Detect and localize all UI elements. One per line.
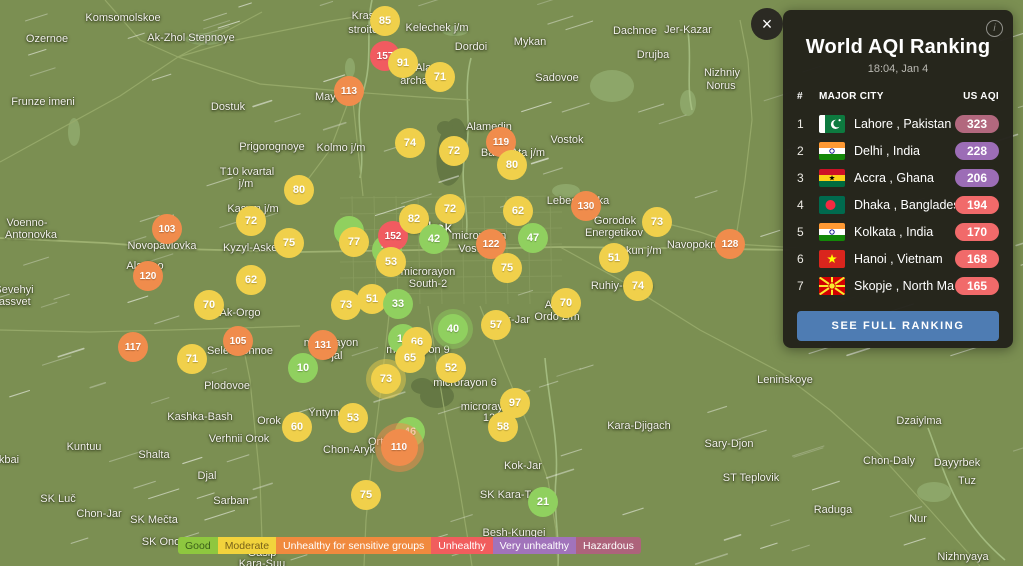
aqi-marker[interactable]: 52 — [436, 353, 466, 383]
aqi-marker[interactable]: 53 — [376, 247, 406, 277]
info-icon[interactable]: i — [986, 20, 1003, 37]
aqi-marker[interactable]: 72 — [236, 206, 266, 236]
aqi-marker[interactable]: 130 — [571, 191, 601, 221]
world-aqi-ranking-panel: i World AQI Ranking 18:04, Jan 4 # MAJOR… — [783, 10, 1013, 348]
ranking-rows: 1 Lahore , Pakistan323 2 Delhi , India228 3 A… — [797, 110, 999, 299]
aqi-marker[interactable]: 80 — [284, 175, 314, 205]
aqi-marker[interactable]: 75 — [351, 480, 381, 510]
aqi-marker[interactable]: 74 — [623, 271, 653, 301]
close-ranking-button[interactable]: × — [751, 8, 783, 40]
india-flag-icon — [819, 142, 845, 160]
legend-very-unhealthy: Very unhealthy — [493, 537, 576, 554]
legend-moderate: Moderate — [218, 537, 276, 554]
ranking-row[interactable]: 2 Delhi , India228 — [797, 137, 999, 164]
ranking-row[interactable]: 1 Lahore , Pakistan323 — [797, 110, 999, 137]
aqi-marker[interactable]: 51 — [599, 243, 629, 273]
aqi-marker[interactable]: 33 — [383, 289, 413, 319]
column-city: MAJOR CITY — [819, 91, 963, 102]
aqi-marker[interactable]: 120 — [133, 261, 163, 291]
aqi-marker[interactable]: 117 — [118, 332, 148, 362]
ranking-row[interactable]: 6 Hanoi , Vietnam168 — [797, 245, 999, 272]
aqi-value-badge: 323 — [955, 115, 999, 133]
aqi-marker[interactable]: 51 — [357, 284, 387, 314]
column-aqi: US AQI — [963, 91, 999, 102]
city-country-label: Hanoi , Vietnam — [854, 252, 955, 266]
bangladesh-flag-icon — [819, 196, 845, 214]
close-icon: × — [762, 14, 773, 34]
ranking-header-row: # MAJOR CITY US AQI — [797, 91, 999, 102]
aqi-marker[interactable]: 85 — [370, 6, 400, 36]
aqi-marker[interactable]: 60 — [282, 412, 312, 442]
city-country-label: Delhi , India — [854, 144, 955, 158]
aqi-marker[interactable]: 75 — [492, 253, 522, 283]
aqi-marker[interactable]: 62 — [236, 265, 266, 295]
aqi-marker[interactable]: 71 — [177, 344, 207, 374]
ranking-row[interactable]: 5 Kolkata , India170 — [797, 218, 999, 245]
aqi-marker[interactable]: 72 — [435, 194, 465, 224]
rank-number: 3 — [797, 171, 819, 185]
aqi-marker[interactable]: 113 — [334, 76, 364, 106]
aqi-legend: GoodModerateUnhealthy for sensitive grou… — [178, 537, 641, 554]
panel-title: World AQI Ranking — [797, 36, 999, 59]
india-flag-icon — [819, 223, 845, 241]
rank-number: 4 — [797, 198, 819, 212]
panel-timestamp: 18:04, Jan 4 — [797, 63, 999, 75]
city-country-label: Dhaka , Bangladesh — [854, 198, 955, 212]
aqi-marker[interactable]: 42 — [419, 224, 449, 254]
aqi-value-badge: 228 — [955, 142, 999, 160]
aqi-marker[interactable]: 75 — [274, 228, 304, 258]
aqi-marker[interactable]: 70 — [551, 288, 581, 318]
aqi-marker[interactable]: 77 — [339, 227, 369, 257]
aqi-marker[interactable]: 21 — [528, 487, 558, 517]
aqi-marker[interactable]: 110 — [381, 429, 418, 466]
aqi-marker[interactable]: 73 — [642, 207, 672, 237]
city-country-label: Accra , Ghana — [854, 171, 955, 185]
aqi-marker[interactable]: 53 — [338, 403, 368, 433]
aqi-marker[interactable]: 74 — [395, 128, 425, 158]
ghana-flag-icon — [819, 169, 845, 187]
city-country-label: Lahore , Pakistan — [854, 117, 955, 131]
aqi-marker[interactable]: 72 — [439, 136, 469, 166]
ranking-row[interactable]: 3 Accra , Ghana206 — [797, 164, 999, 191]
see-full-ranking-button[interactable]: SEE FULL RANKING — [797, 311, 999, 341]
rank-number: 2 — [797, 144, 819, 158]
aqi-marker[interactable]: 103 — [152, 214, 182, 244]
ranking-row[interactable]: 7 Skopje , North Ma...165 — [797, 272, 999, 299]
aqi-value-badge: 194 — [955, 196, 999, 214]
column-rank: # — [797, 91, 819, 102]
aqi-marker[interactable]: 62 — [503, 196, 533, 226]
legend-hazardous: Hazardous — [576, 537, 641, 554]
aqi-marker[interactable]: 80 — [497, 150, 527, 180]
rank-number: 5 — [797, 225, 819, 239]
legend-unhealthy-for-sensitive-groups: Unhealthy for sensitive groups — [276, 537, 431, 554]
aqi-marker[interactable]: 73 — [371, 364, 401, 394]
app-window: KomsomolskoeOzernoeAk-Zhol StepnoyeFrunz… — [0, 0, 1023, 566]
aqi-value-badge: 168 — [955, 250, 999, 268]
pakistan-flag-icon — [819, 115, 845, 133]
aqi-marker[interactable]: 70 — [194, 290, 224, 320]
aqi-marker[interactable]: 105 — [223, 326, 253, 356]
ranking-row[interactable]: 4 Dhaka , Bangladesh194 — [797, 191, 999, 218]
city-country-label: Kolkata , India — [854, 225, 955, 239]
rank-number: 6 — [797, 252, 819, 266]
aqi-marker[interactable]: 47 — [518, 223, 548, 253]
aqi-marker[interactable]: 71 — [425, 62, 455, 92]
rank-number: 1 — [797, 117, 819, 131]
aqi-marker[interactable]: 58 — [488, 412, 518, 442]
vietnam-flag-icon — [819, 250, 845, 268]
aqi-value-badge: 170 — [955, 223, 999, 241]
legend-unhealthy: Unhealthy — [431, 537, 492, 554]
city-country-label: Skopje , North Ma... — [854, 279, 955, 293]
aqi-marker[interactable]: 65 — [395, 343, 425, 373]
aqi-marker[interactable]: 57 — [481, 310, 511, 340]
rank-number: 7 — [797, 279, 819, 293]
aqi-value-badge: 206 — [955, 169, 999, 187]
legend-good: Good — [178, 537, 218, 554]
north-macedonia-flag-icon — [819, 277, 845, 295]
aqi-marker[interactable]: 91 — [388, 48, 418, 78]
aqi-marker[interactable]: 10 — [288, 353, 318, 383]
aqi-marker[interactable]: 40 — [438, 314, 468, 344]
aqi-marker[interactable]: 128 — [715, 229, 745, 259]
aqi-value-badge: 165 — [955, 277, 999, 295]
